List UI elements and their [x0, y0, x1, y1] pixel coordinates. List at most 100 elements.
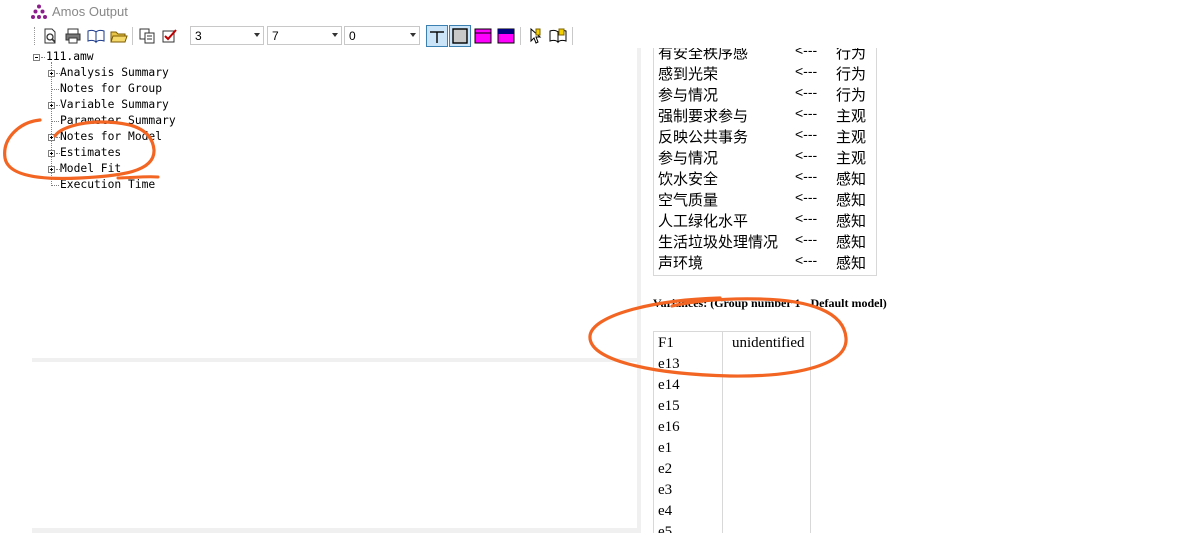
help-book-icon [549, 28, 567, 44]
expand-icon[interactable] [48, 166, 55, 173]
table-rule-icon [430, 31, 444, 43]
toolbar-grip[interactable] [34, 27, 38, 45]
regression-weights-table: 有安全秩序感 <--- 行为 感到光荣 <--- 行为 参与情况 <--- 行为… [653, 48, 877, 276]
amos-app-icon [31, 4, 47, 19]
open-file-button[interactable] [109, 26, 129, 46]
variance-variable: e13 [658, 356, 680, 372]
table-box-toggle[interactable] [449, 25, 471, 47]
chevron-down-icon [254, 33, 260, 37]
dependent-variable: 空气质量 [658, 191, 719, 209]
expand-icon[interactable] [48, 102, 55, 109]
navigation-tree-pane: 111.amw Analysis Summary Notes for Group… [0, 48, 640, 360]
tree-connector [52, 89, 59, 90]
toolbar-separator [520, 27, 521, 45]
variance-estimate: unidentified [732, 335, 805, 351]
table-color-button[interactable] [473, 26, 493, 46]
path-arrow: <--- [795, 210, 818, 226]
toolbar: 3 7 0 [0, 24, 1178, 48]
header-color-button[interactable] [496, 26, 516, 46]
table-format-value: 0 [349, 29, 356, 43]
table-row: e2 [658, 461, 672, 482]
magenta-table-icon [474, 28, 492, 44]
table-row: e3 [658, 482, 672, 503]
options-button[interactable] [160, 26, 180, 46]
variance-variable: e1 [658, 440, 673, 456]
dependent-variable: 生活垃圾处理情况 [658, 233, 779, 251]
tree-item-label: Variable Summary [60, 98, 169, 111]
table-row: e14 [658, 377, 680, 398]
table-row: e16 [658, 419, 680, 440]
path-arrow: <--- [795, 84, 818, 100]
expand-icon[interactable] [48, 70, 55, 77]
chevron-down-icon [410, 33, 416, 37]
dependent-variable: 参与情况 [658, 86, 719, 104]
print-icon [65, 28, 81, 44]
variance-variable: e15 [658, 398, 680, 414]
dependent-variable: 参与情况 [658, 149, 719, 167]
context-help-button[interactable] [525, 26, 545, 46]
expand-icon[interactable] [48, 134, 55, 141]
print-preview-button[interactable] [40, 26, 60, 46]
tree-item-label: Notes for Model [60, 130, 163, 143]
chevron-down-icon [332, 33, 338, 37]
check-options-icon [162, 29, 177, 43]
variance-variable: F1 [658, 335, 674, 351]
path-arrow: <--- [795, 252, 818, 268]
tree-item-label: Parameter Summary [60, 114, 176, 127]
dependent-variable: 感到光荣 [658, 65, 719, 83]
latent-factor: 感知 [836, 191, 867, 209]
decimals-combo[interactable]: 3 [190, 26, 264, 45]
tree-item-label: Analysis Summary [60, 66, 169, 79]
variances-heading: Variances: (Group number 1 - Default mod… [653, 296, 887, 310]
tree-item-label: Execution Time [60, 178, 156, 191]
latent-factor: 行为 [836, 48, 867, 62]
dependent-variable: 声环境 [658, 254, 704, 272]
dependent-variable: 强制要求参与 [658, 107, 749, 125]
path-arrow: <--- [795, 126, 818, 142]
print-preview-icon [44, 28, 56, 44]
print-button[interactable] [63, 26, 83, 46]
toolbar-separator [572, 27, 573, 45]
pointer-help-icon [530, 27, 542, 44]
latent-factor: 行为 [836, 86, 867, 104]
column-width-combo[interactable]: 7 [267, 26, 342, 45]
latent-factor: 感知 [836, 170, 867, 188]
dependent-variable: 饮水安全 [658, 170, 719, 188]
path-arrow: <--- [795, 168, 818, 184]
table-format-combo[interactable]: 0 [344, 26, 420, 45]
path-arrow: <--- [795, 231, 818, 247]
path-arrow: <--- [795, 63, 818, 79]
copy-icon [139, 28, 155, 44]
table-row: e4 [658, 503, 672, 524]
table-row: e5 [658, 524, 672, 533]
tree-item-label: Estimates [60, 146, 122, 159]
tree-item-label: Model Fit [60, 162, 122, 175]
copy-button[interactable] [137, 26, 157, 46]
variance-variable: e5 [658, 524, 673, 533]
collapse-icon[interactable] [33, 54, 40, 61]
tree-item-label: Notes for Group [60, 82, 163, 95]
title-bar: Amos Output [0, 0, 1178, 24]
latent-factor: 主观 [836, 128, 867, 146]
tree-root-label: 111.amw [46, 50, 94, 63]
table-box-icon [452, 28, 468, 44]
view-text-button[interactable] [86, 26, 106, 46]
variance-variable: e16 [658, 419, 680, 435]
variance-variable: e14 [658, 377, 680, 393]
window-title: Amos Output [52, 4, 128, 19]
tree-connector [52, 121, 59, 122]
latent-factor: 主观 [836, 107, 867, 125]
latent-factor: 行为 [836, 65, 867, 83]
latent-factor: 感知 [836, 233, 867, 251]
open-book-icon [87, 29, 105, 44]
latent-factor: 感知 [836, 254, 867, 272]
lower-left-pane [0, 362, 640, 533]
decimals-value: 3 [195, 29, 202, 43]
help-button[interactable] [548, 26, 568, 46]
expand-icon[interactable] [48, 150, 55, 157]
tree-connector [52, 185, 59, 186]
dependent-variable: 人工绿化水平 [658, 212, 749, 230]
table-rules-toggle[interactable] [426, 25, 448, 47]
table-row: e15 [658, 398, 680, 419]
magenta-header-icon [497, 28, 515, 44]
